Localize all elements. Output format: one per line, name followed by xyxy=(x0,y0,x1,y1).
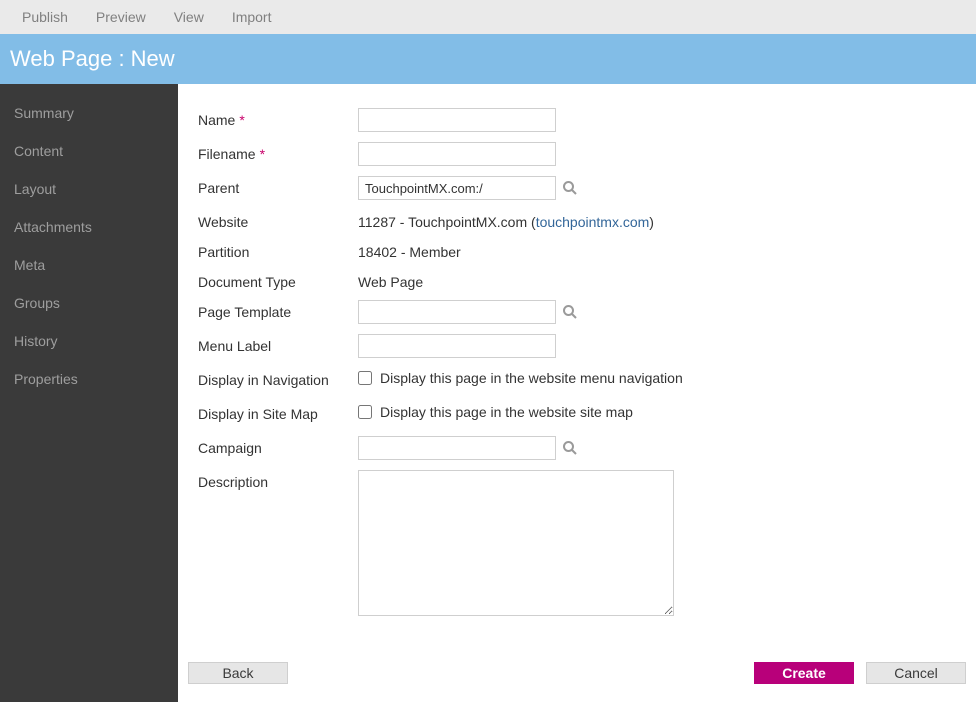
page-template-lookup-icon[interactable] xyxy=(562,304,578,320)
main-panel: Name* Filename* Parent Website 11287 - T… xyxy=(178,84,976,702)
website-link[interactable]: touchpointmx.com xyxy=(536,214,650,230)
page-header: Web Page : New xyxy=(0,34,976,84)
parent-label: Parent xyxy=(198,176,358,196)
campaign-lookup-icon[interactable] xyxy=(562,440,578,456)
display-in-navigation-cb-label: Display this page in the website menu na… xyxy=(380,370,683,386)
required-marker: * xyxy=(260,146,265,162)
menu-preview[interactable]: Preview xyxy=(82,9,160,25)
filename-input[interactable] xyxy=(358,142,556,166)
footer-buttons: Back Create Cancel xyxy=(188,662,966,684)
menu-label-label: Menu Label xyxy=(198,334,358,354)
sidebar-item-history[interactable]: History xyxy=(0,322,178,360)
description-label: Description xyxy=(198,470,358,490)
parent-lookup-icon[interactable] xyxy=(562,180,578,196)
cancel-button[interactable]: Cancel xyxy=(866,662,966,684)
website-label: Website xyxy=(198,210,358,230)
sidebar-item-meta[interactable]: Meta xyxy=(0,246,178,284)
sidebar-item-attachments[interactable]: Attachments xyxy=(0,208,178,246)
sidebar-item-layout[interactable]: Layout xyxy=(0,170,178,208)
campaign-label: Campaign xyxy=(198,436,358,456)
menu-import[interactable]: Import xyxy=(218,9,286,25)
display-in-sitemap-cb-label: Display this page in the website site ma… xyxy=(380,404,633,420)
display-in-navigation-checkbox[interactable] xyxy=(358,371,372,385)
description-textarea[interactable] xyxy=(358,470,674,616)
display-in-navigation-label: Display in Navigation xyxy=(198,368,358,388)
sidebar-item-groups[interactable]: Groups xyxy=(0,284,178,322)
top-menu-bar: Publish Preview View Import xyxy=(0,0,976,34)
partition-label: Partition xyxy=(198,240,358,260)
menu-view[interactable]: View xyxy=(160,9,218,25)
page-template-label: Page Template xyxy=(198,300,358,320)
menu-label-input[interactable] xyxy=(358,334,556,358)
display-in-sitemap-label: Display in Site Map xyxy=(198,402,358,422)
sidebar-item-content[interactable]: Content xyxy=(0,132,178,170)
name-input[interactable] xyxy=(358,108,556,132)
create-button[interactable]: Create xyxy=(754,662,854,684)
display-in-sitemap-checkbox[interactable] xyxy=(358,405,372,419)
back-button[interactable]: Back xyxy=(188,662,288,684)
parent-input[interactable] xyxy=(358,176,556,200)
sidebar-item-summary[interactable]: Summary xyxy=(0,94,178,132)
name-label: Name* xyxy=(198,108,358,128)
filename-label: Filename* xyxy=(198,142,358,162)
page-title: Web Page : New xyxy=(10,46,175,72)
required-marker: * xyxy=(239,112,244,128)
menu-publish[interactable]: Publish xyxy=(8,9,82,25)
sidebar-item-properties[interactable]: Properties xyxy=(0,360,178,398)
campaign-input[interactable] xyxy=(358,436,556,460)
partition-value: 18402 - Member xyxy=(358,240,461,260)
sidebar: Summary Content Layout Attachments Meta … xyxy=(0,84,178,702)
document-type-label: Document Type xyxy=(198,270,358,290)
document-type-value: Web Page xyxy=(358,270,423,290)
page-template-input[interactable] xyxy=(358,300,556,324)
website-value: 11287 - TouchpointMX.com (touchpointmx.c… xyxy=(358,210,654,230)
